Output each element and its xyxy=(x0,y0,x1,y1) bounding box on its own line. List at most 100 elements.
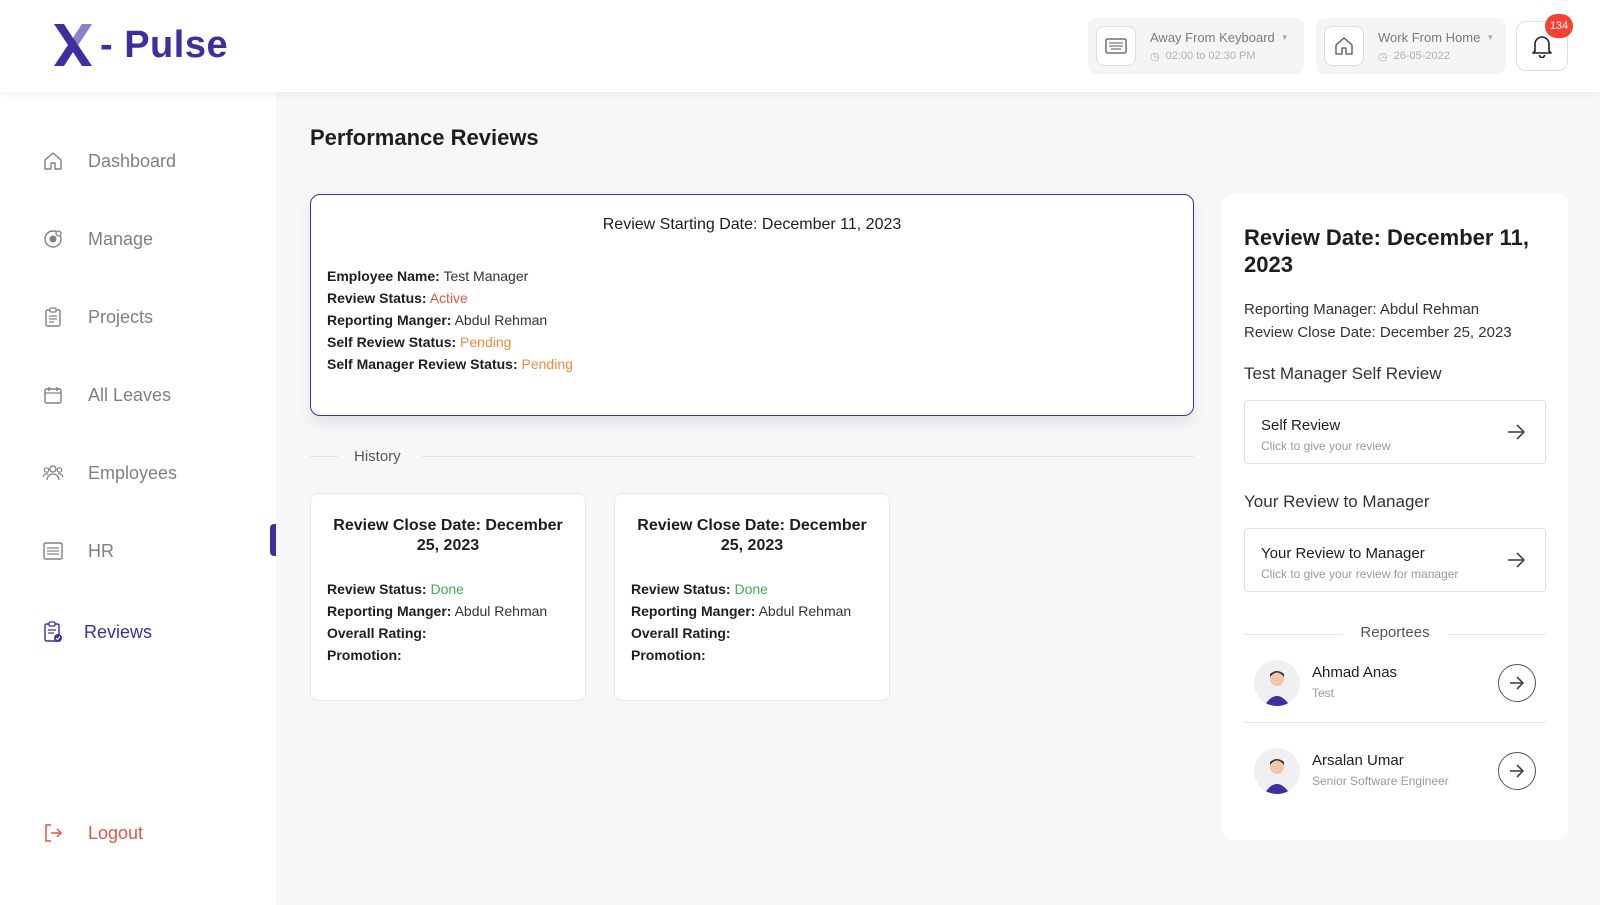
overall-rating-row: Overall Rating: xyxy=(327,622,547,644)
history-divider: History xyxy=(310,446,1194,466)
reportee-name: Arsalan Umar xyxy=(1312,752,1404,769)
field-label: Review Status: xyxy=(631,581,731,597)
field-label: Review Status: xyxy=(327,581,427,597)
sidebar-item-label: Reviews xyxy=(84,621,153,642)
page-title: Performance Reviews xyxy=(310,125,539,150)
history-close-date: Review Close Date: December 25, 2023 xyxy=(333,517,563,554)
logout-icon xyxy=(42,822,64,844)
reporting-manager: Abdul Rehman xyxy=(758,603,852,619)
field-label: Review Status: xyxy=(327,290,427,306)
reportee-name: Ahmad Anas xyxy=(1312,664,1398,681)
field-label: Overall Rating: xyxy=(327,625,427,641)
history-close-date: Review Close Date: December 25, 2023 xyxy=(637,517,867,554)
status-time: 02:00 to 02:30 PM xyxy=(1165,50,1256,62)
target-icon xyxy=(42,228,64,250)
review-date-title: Review Date: December 11, 2023 xyxy=(1244,225,1529,277)
action-subtitle: Click to give your review xyxy=(1261,439,1391,453)
review-status-row: Review Status: Done xyxy=(327,578,547,600)
avatar xyxy=(1254,660,1300,706)
review-status-row: Review Status: Active xyxy=(327,287,573,309)
sidebar-item-label: Manage xyxy=(88,228,154,249)
app-name: - Pulse xyxy=(100,23,229,66)
panel-reporting-manager: Reporting Manager: Abdul Rehman xyxy=(1244,301,1480,318)
location-selector[interactable]: Work From Home ▼ ◷ 26-05-2022 xyxy=(1316,18,1506,74)
chevron-down-icon: ▼ xyxy=(1280,32,1289,42)
reportees-divider: Reportees xyxy=(1244,624,1546,644)
field-label: Reporting Manger: xyxy=(631,603,756,619)
notification-badge: 134 xyxy=(1545,14,1573,38)
field-label: Reporting Manger: xyxy=(327,312,452,328)
field-label: Self Review Status: xyxy=(327,334,457,350)
sidebar-item-label: Dashboard xyxy=(88,150,177,171)
arrow-right-icon xyxy=(1508,552,1526,568)
reporting-manager-row: Reporting Manger: Abdul Rehman xyxy=(327,309,573,331)
sidebar-item-manage[interactable]: Manage xyxy=(42,224,153,254)
avatar xyxy=(1254,748,1300,794)
list-icon xyxy=(42,540,64,562)
self-review-status-row: Self Review Status: Pending xyxy=(327,331,573,353)
row-divider xyxy=(1244,722,1546,723)
panel-close-date: Review Close Date: December 25, 2023 xyxy=(1244,324,1512,341)
field-label: Overall Rating: xyxy=(631,625,731,641)
sidebar-item-all-leaves[interactable]: All Leaves xyxy=(42,380,171,410)
arrow-right-icon xyxy=(1510,764,1525,778)
x-logo-icon xyxy=(54,24,92,66)
self-review-status-value: Pending xyxy=(460,334,512,350)
reporting-manager-row: Reporting Manger: Abdul Rehman xyxy=(327,600,547,622)
logout-label: Logout xyxy=(88,822,144,843)
action-title: Self Review xyxy=(1261,417,1341,434)
people-icon xyxy=(42,462,64,484)
action-title: Your Review to Manager xyxy=(1261,545,1425,562)
bell-icon xyxy=(1532,36,1552,58)
reportee-role: Senior Software Engineer xyxy=(1312,774,1449,788)
reporting-manager: Abdul Rehman xyxy=(454,603,548,619)
arrow-right-icon xyxy=(1508,424,1526,440)
sidebar-item-hr[interactable]: HR xyxy=(42,536,114,566)
current-review-card[interactable]: Review Starting Date: December 11, 2023 … xyxy=(310,194,1194,416)
arrow-right-icon xyxy=(1510,676,1525,690)
promotion-row: Promotion: xyxy=(327,644,547,666)
app-logo[interactable]: - Pulse xyxy=(54,22,228,68)
sidebar-item-reviews[interactable]: Reviews xyxy=(42,617,152,647)
review-to-manager-button[interactable]: Your Review to Manager Click to give you… xyxy=(1244,528,1546,592)
status-selector[interactable]: Away From Keyboard ▼ ◷ 02:00 to 02:30 PM xyxy=(1088,18,1304,74)
self-review-section-title: Test Manager Self Review xyxy=(1244,364,1442,383)
top-header: - Pulse Away From Keyboard ▼ ◷ 02:00 to 02… xyxy=(0,0,1600,92)
home-icon xyxy=(42,150,64,172)
self-review-button[interactable]: Self Review Click to give your review xyxy=(1244,400,1546,464)
history-card[interactable]: Review Close Date: December 25, 2023 Rev… xyxy=(310,493,586,701)
review-start-date: Review Starting Date: December 11, 2023 xyxy=(602,216,902,233)
open-reportee-button[interactable] xyxy=(1498,752,1536,790)
divider-line xyxy=(310,456,338,457)
employee-name-row: Employee Name: Test Manager xyxy=(327,265,573,287)
reportee-row[interactable]: Ahmad Anas Test xyxy=(1244,648,1546,718)
field-label: Self Manager Review Status: xyxy=(327,356,518,372)
sidebar-item-employees[interactable]: Employees xyxy=(42,458,177,488)
reportees-label: Reportees xyxy=(1360,624,1430,641)
clipboard-icon xyxy=(42,306,64,328)
overall-rating-row: Overall Rating: xyxy=(631,622,851,644)
review-status-value: Done xyxy=(430,581,464,597)
manager-review-section-title: Your Review to Manager xyxy=(1244,492,1430,511)
employee-name: Test Manager xyxy=(443,268,529,284)
review-status-value: Active xyxy=(429,290,468,306)
sidebar-item-projects[interactable]: Projects xyxy=(42,302,153,332)
sidebar-item-dashboard[interactable]: Dashboard xyxy=(42,146,176,176)
location-title: Work From Home xyxy=(1378,29,1481,45)
home-icon xyxy=(1324,26,1364,66)
logout-button[interactable]: Logout xyxy=(42,818,143,848)
sidebar-item-label: HR xyxy=(88,540,114,561)
sidebar-item-label: All Leaves xyxy=(88,384,172,405)
sidebar-item-label: Projects xyxy=(88,306,154,327)
history-card[interactable]: Review Close Date: December 25, 2023 Rev… xyxy=(614,493,890,701)
reporting-manager: Abdul Rehman xyxy=(454,312,548,328)
action-subtitle: Click to give your review for manager xyxy=(1261,567,1459,581)
reportee-role: Test xyxy=(1312,686,1335,700)
divider-line xyxy=(1448,634,1546,635)
field-label: Employee Name: xyxy=(327,268,440,284)
clock-icon: ◷ xyxy=(1378,50,1388,63)
open-reportee-button[interactable] xyxy=(1498,664,1536,702)
history-label: History xyxy=(354,448,401,465)
keyboard-icon xyxy=(1096,26,1136,66)
reportee-row[interactable]: Arsalan Umar Senior Software Engineer xyxy=(1244,736,1546,806)
